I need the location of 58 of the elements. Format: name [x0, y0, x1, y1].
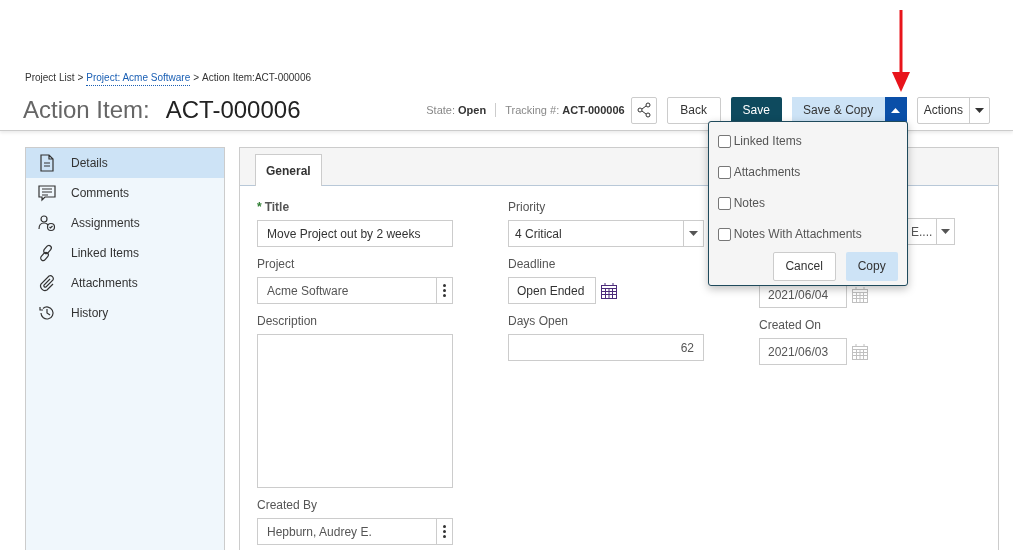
tracking-text: Tracking #: ACT-000006: [505, 102, 625, 118]
copy-button[interactable]: Copy: [845, 251, 898, 281]
calendar-icon[interactable]: [600, 281, 618, 300]
caret-icon: [891, 107, 901, 113]
paperclip-icon: [38, 274, 56, 292]
checkbox[interactable]: [717, 227, 731, 241]
sidebar-item[interactable]: Attachments: [26, 268, 224, 298]
project-field[interactable]: Acme Software: [257, 277, 453, 304]
checkbox-label: Notes: [733, 195, 765, 212]
page-title: ACT-000006: [165, 95, 301, 125]
checkbox[interactable]: [717, 134, 731, 148]
priority-select[interactable]: 4 Critical: [508, 220, 704, 247]
caret-icon: [941, 229, 951, 234]
cancel-button[interactable]: Cancel: [772, 251, 836, 281]
checkbox-label: Notes With Attachments: [733, 226, 862, 243]
sidebar-item[interactable]: Details: [26, 148, 224, 178]
state-text: State: Open: [426, 102, 487, 118]
share-button[interactable]: [630, 96, 657, 124]
sidebar-item[interactable]: Comments: [26, 178, 224, 208]
breadcrumb-link[interactable]: Project: Acme Software: [86, 70, 191, 86]
checkbox[interactable]: [717, 165, 731, 179]
document-icon: [39, 154, 55, 172]
deadline-field[interactable]: Open Ended: [508, 277, 596, 304]
checkbox-label: Attachments: [733, 164, 801, 181]
share-icon: [635, 102, 652, 118]
sidebar-item[interactable]: Linked Items: [26, 238, 224, 268]
calendar-icon[interactable]: [851, 285, 869, 304]
page-title-label: Action Item:: [23, 95, 150, 125]
priority-label: Priority: [508, 199, 547, 216]
breadcrumb-item: Action Item:ACT-000006: [202, 71, 312, 85]
description-label: Description: [257, 313, 319, 330]
save-and-copy-button[interactable]: Save & Copy: [791, 96, 885, 124]
created-by-label: Created By: [257, 497, 319, 514]
sidebar-item[interactable]: History: [26, 298, 224, 328]
created-on-field: 2021/06/03: [759, 338, 847, 365]
created-on-label: Created On: [759, 317, 823, 334]
project-label: Project: [257, 256, 296, 273]
title-field[interactable]: Move Project out by 2 weeks: [257, 220, 453, 247]
breadcrumb-separator: >: [77, 71, 84, 85]
caret-icon: [689, 231, 698, 236]
created-by-field[interactable]: Hepburn, Audrey E.: [257, 518, 453, 545]
breadcrumb-item: Project List: [25, 71, 75, 85]
title-label: * Title: [257, 199, 291, 216]
person-check-icon: [38, 214, 56, 232]
breadcrumb-separator: >: [193, 71, 200, 85]
caret-icon: [975, 107, 984, 113]
days-open-label: Days Open: [508, 313, 570, 330]
save-button[interactable]: Save: [730, 96, 782, 124]
deadline-label: Deadline: [508, 256, 557, 273]
tab[interactable]: General: [255, 154, 322, 186]
description-field[interactable]: [257, 334, 453, 488]
checkbox-label: Linked Items: [733, 133, 802, 150]
comment-icon: [38, 184, 56, 202]
history-icon: [38, 304, 56, 322]
sidebar-item[interactable]: Assignments: [26, 208, 224, 238]
select-field[interactable]: E....: [907, 218, 955, 245]
days-open-field: 62: [508, 334, 704, 361]
checkbox[interactable]: [717, 196, 731, 210]
